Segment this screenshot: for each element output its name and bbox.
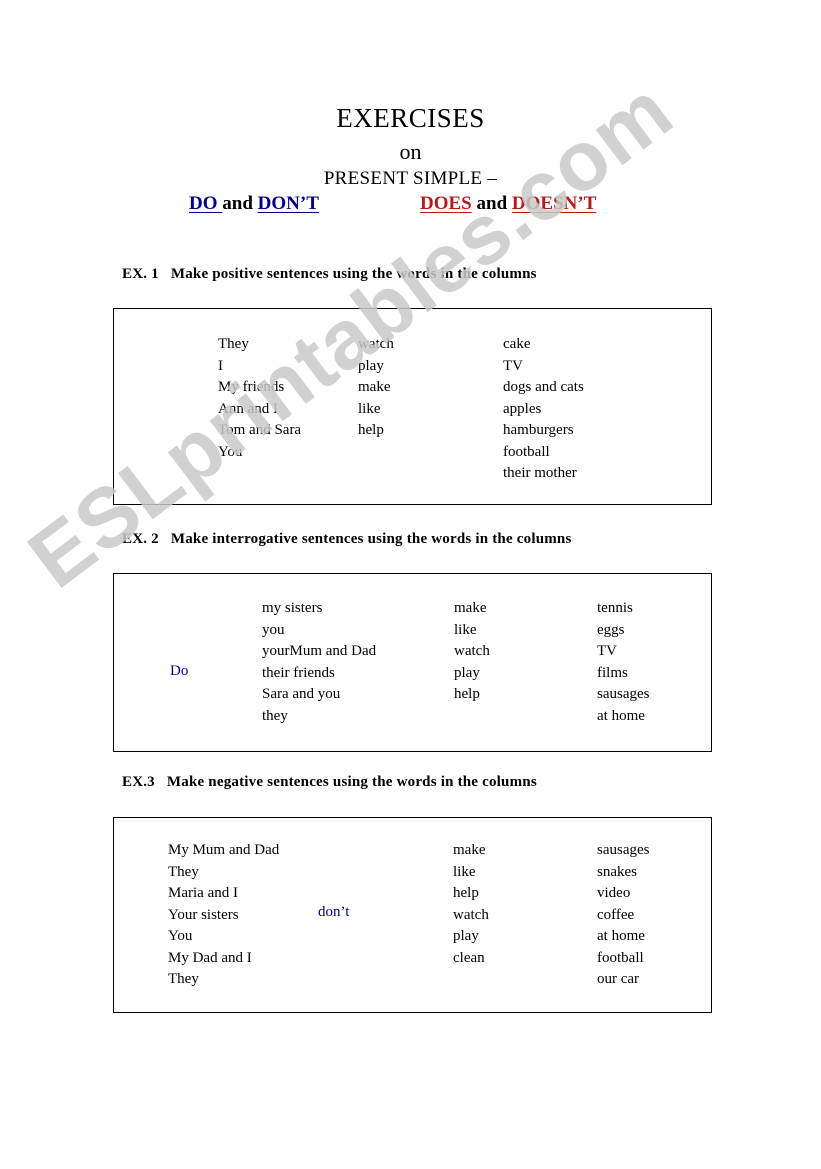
word-item: You [218, 443, 243, 460]
auxiliary-does-conjunction: and [471, 193, 512, 214]
word-item: TV [597, 643, 617, 659]
word-item: Sara and you [262, 686, 341, 702]
word-item: clean [453, 949, 485, 966]
word-item: hamburgers [503, 422, 574, 438]
word-item: at home [597, 928, 645, 944]
exercise-2-column-subjects: my sisters you yourMum and Dad their fri… [262, 598, 376, 727]
word-item: cake [503, 336, 531, 352]
worksheet-page: ESLprintables.com EXERCISES on PRESENT S… [0, 0, 821, 1169]
exercise-3-column-verbs: make like help watch play clean [453, 840, 489, 969]
word-item: help [358, 422, 384, 438]
auxiliary-dont-label: DON’T [257, 193, 319, 214]
exercise-2-number: EX. 2 [122, 531, 159, 547]
word-item: films [597, 664, 628, 681]
exercise-1-column-verbs: watch play make like help [358, 334, 394, 442]
exercise-1-heading: EX. 1 Make positive sentences using the w… [122, 266, 537, 283]
word-item: their friends [262, 664, 335, 681]
word-item: football [597, 949, 644, 966]
word-item: play [454, 664, 480, 681]
exercise-1-number: EX. 1 [122, 266, 159, 282]
word-item: Ann and I [218, 400, 278, 417]
auxiliary-header-line: DO and DON’T DOES and DOESN’T [0, 193, 821, 217]
exercise-2-column-objects: tennis eggs TV films sausages at home [597, 598, 650, 727]
word-item: help [453, 885, 479, 901]
exercise-2-instruction: Make interrogative sentences using the w… [170, 531, 572, 547]
exercise-3-auxiliary-dont: don’t [318, 904, 350, 920]
word-item: play [453, 928, 479, 944]
word-item: They [168, 863, 199, 880]
word-item: sausages [597, 842, 650, 858]
word-item: TV [503, 357, 523, 374]
auxiliary-group-does: DOES and DOESN’T [420, 193, 596, 215]
exercise-2-auxiliary-do: Do [170, 663, 189, 679]
word-item: watch [358, 336, 394, 352]
exercise-1-column-objects: cake TV dogs and cats apples hamburgers … [503, 334, 584, 485]
word-item: They [218, 336, 249, 352]
page-title: EXERCISES [336, 103, 485, 133]
word-item: My Dad and I [168, 949, 252, 966]
word-item: apples [503, 400, 542, 417]
exercise-3-number: EX.3 [122, 774, 155, 790]
auxiliary-doesnt-label: DOESN’T [511, 193, 597, 214]
exercise-3-heading: EX.3 Make negative sentences using the wo… [122, 774, 537, 791]
word-item: their mother [503, 465, 577, 481]
word-item: our car [597, 971, 640, 987]
exercise-2-column-verbs: make like watch play help [454, 598, 490, 706]
auxiliary-do-label: DO [189, 193, 223, 214]
word-item: yourMum and Dad [262, 643, 377, 659]
exercise-2-heading: EX. 2 Make interrogative sentences using … [122, 531, 572, 548]
exercise-1-instruction: Make positive sentences using the words … [170, 266, 537, 282]
word-item: My Mum and Dad [168, 842, 280, 858]
word-item: dogs and cats [503, 379, 584, 395]
word-item: make [454, 600, 487, 616]
word-item: like [453, 863, 476, 880]
auxiliary-group-do: DO and DON’T [163, 193, 319, 215]
word-item: like [358, 400, 381, 417]
word-item: football [503, 443, 550, 460]
word-item: coffee [597, 906, 635, 923]
word-item: eggs [597, 621, 625, 638]
exercise-1-box [113, 308, 712, 505]
word-item: they [262, 707, 288, 724]
word-item: make [453, 842, 486, 858]
auxiliary-do-conjunction: and [222, 193, 258, 214]
word-item: watch [454, 643, 490, 659]
word-item: at home [597, 707, 645, 724]
title-connector: on [399, 139, 422, 164]
word-item: make [358, 379, 391, 395]
word-item: tennis [597, 600, 633, 616]
exercise-1-column-subjects: They I My friends Ann and I Tom and Sara… [218, 334, 301, 463]
word-item: help [454, 686, 480, 702]
auxiliary-does-label: DOES [420, 193, 472, 214]
exercise-3-column-subjects: My Mum and Dad They Maria and I Your sis… [168, 840, 279, 991]
word-item: my sisters [262, 600, 323, 616]
word-item: you [262, 621, 285, 638]
word-item: My friends [218, 379, 285, 395]
word-item: like [454, 621, 477, 638]
word-item: I [218, 357, 223, 374]
word-item: Maria and I [168, 885, 238, 901]
word-item: play [358, 357, 384, 374]
word-item: watch [453, 906, 489, 923]
page-subtitle: PRESENT SIMPLE – [323, 168, 498, 189]
word-item: You [168, 928, 193, 944]
word-item: snakes [597, 863, 637, 880]
word-item: Your sisters [168, 906, 239, 923]
word-item: video [597, 885, 631, 901]
word-item: Tom and Sara [218, 422, 302, 438]
word-item: They [168, 971, 199, 987]
word-item: sausages [597, 686, 650, 702]
exercise-3-instruction: Make negative sentences using the words … [166, 774, 537, 790]
exercise-3-column-objects: sausages snakes video coffee at home foo… [597, 840, 650, 991]
